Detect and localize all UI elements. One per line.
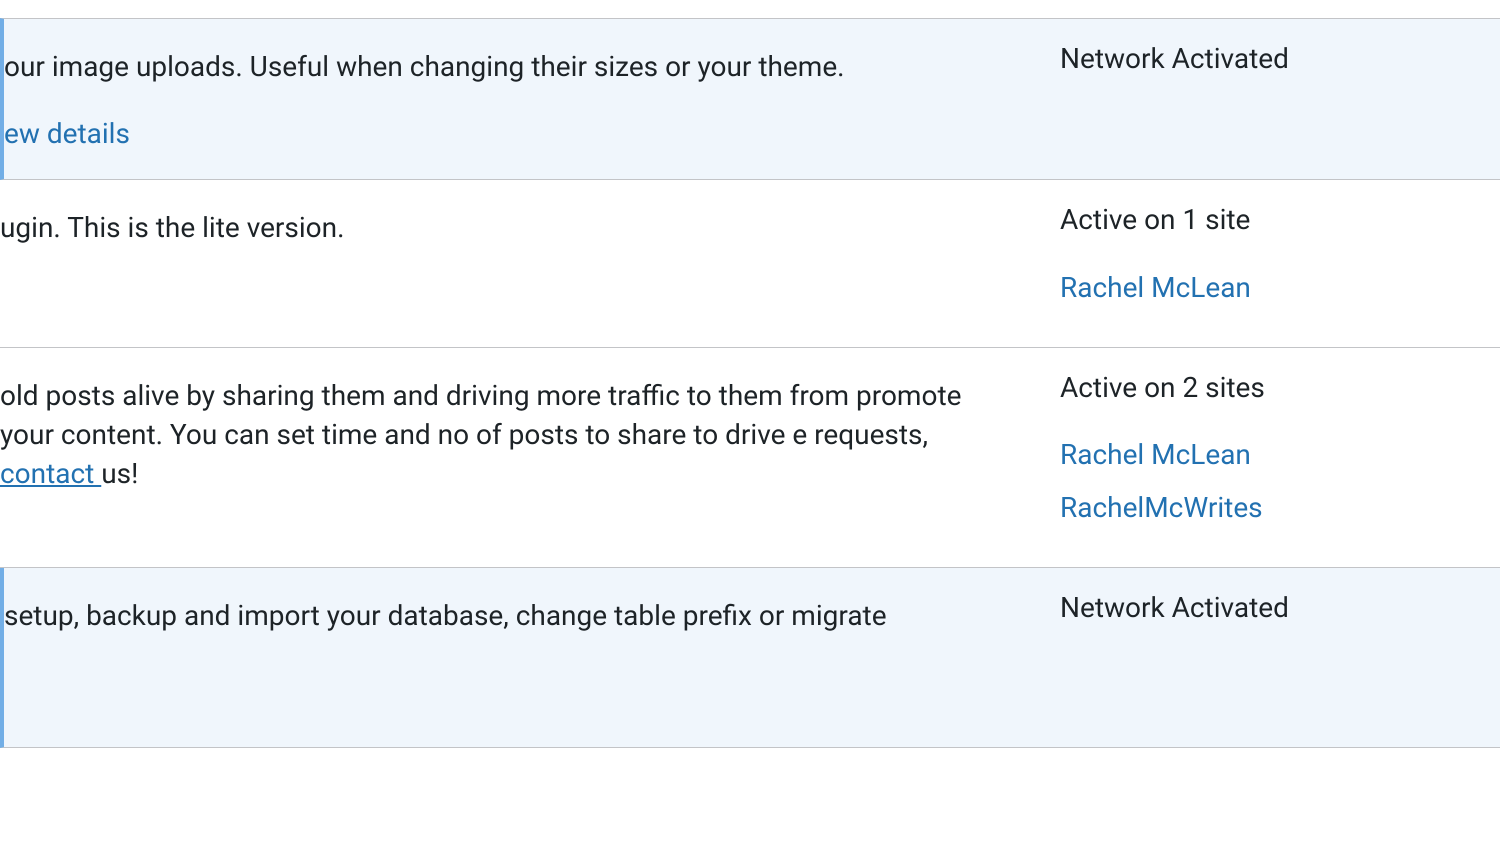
site-link[interactable]: Rachel McLean (1060, 268, 1460, 307)
plugin-row: old posts alive by sharing them and driv… (0, 348, 1500, 569)
status-label: Active on 2 sites (1060, 368, 1460, 407)
plugin-status-cell: Network Activated (1060, 588, 1500, 721)
status-label: Active on 1 site (1060, 200, 1460, 239)
plugin-status-cell: Network Activated (1060, 39, 1500, 153)
contact-link[interactable]: contact (0, 457, 101, 490)
plugin-description-cell: ugin. This is the lite version. (0, 200, 1060, 320)
status-label: Network Activated (1060, 39, 1460, 78)
plugin-description: ugin. This is the lite version. (0, 208, 1000, 247)
plugin-description-cell: our image uploads. Useful when changing … (4, 39, 1060, 153)
site-link[interactable]: Rachel McLean (1060, 435, 1460, 474)
plugin-status-cell: Active on 2 sites Rachel McLean RachelMc… (1060, 368, 1500, 542)
plugin-meta-links: ew details (4, 114, 1000, 153)
plugin-row: ugin. This is the lite version. Active o… (0, 180, 1500, 347)
plugin-row: setup, backup and import your database, … (0, 568, 1500, 748)
plugin-description: setup, backup and import your database, … (4, 596, 1000, 635)
plugin-row: our image uploads. Useful when changing … (0, 18, 1500, 180)
plugin-description-pre: old posts alive by sharing them and driv… (0, 379, 961, 451)
status-label: Network Activated (1060, 588, 1460, 627)
plugin-description: our image uploads. Useful when changing … (4, 47, 1000, 86)
active-sites-list: Rachel McLean RachelMcWrites (1060, 435, 1460, 527)
active-sites-list: Rachel McLean (1060, 268, 1460, 307)
plugin-description-post: us! (101, 457, 138, 490)
plugin-description-cell: setup, backup and import your database, … (4, 588, 1060, 721)
top-gap (0, 0, 1500, 18)
view-details-link[interactable]: ew details (4, 117, 130, 150)
plugin-description: old posts alive by sharing them and driv… (0, 376, 1000, 494)
site-link[interactable]: RachelMcWrites (1060, 488, 1460, 527)
plugin-status-cell: Active on 1 site Rachel McLean (1060, 200, 1500, 320)
plugin-description-cell: old posts alive by sharing them and driv… (0, 368, 1060, 542)
